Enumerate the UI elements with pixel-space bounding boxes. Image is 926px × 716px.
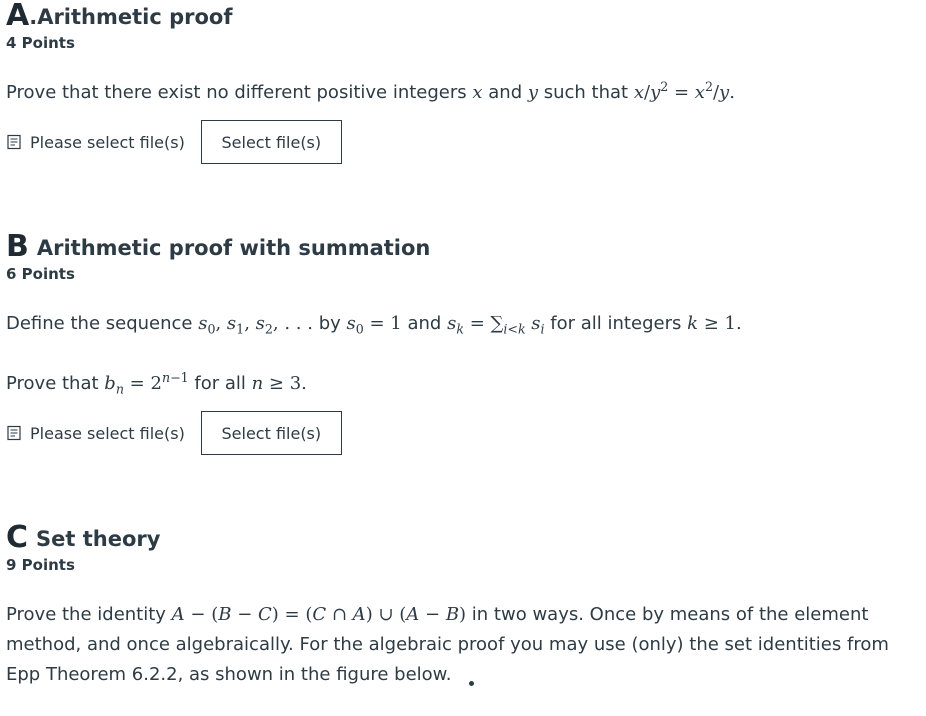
file-document-icon [7,134,21,150]
math-bn: bn = 2n−1 [104,370,189,397]
math-equation: x/y2 = x2/y. [633,79,735,103]
question-b-points: 6 Points [6,265,75,283]
question-a-upload: Please select file(s) Select file(s) [6,120,920,164]
prompt-text: by [312,313,347,334]
math-x: x [472,82,483,103]
question-c-title: Set theory [36,527,161,551]
prompt-text: and [482,82,528,103]
upload-label: Please select file(s) [30,132,185,152]
question-b-upload: Please select file(s) Select file(s) [6,411,920,455]
prompt-text: for all integers [544,313,688,334]
prompt-text: and [401,313,448,334]
question-a: A .Arithmetic proof 4 Points Prove that … [6,0,920,164]
question-b-prompt: Prove that bn = 2n−1 for all n ≥ 3. [6,369,920,399]
question-c: C Set theory 9 Points Prove the identity… [6,520,920,690]
question-c-letter: C [6,520,29,555]
select-files-button[interactable]: Select file(s) [200,411,342,455]
select-files-button[interactable]: Select file(s) [200,120,342,164]
math-n-bound: n ≥ 3. [251,373,307,394]
question-a-prompt: Prove that there exist no different posi… [6,78,920,108]
question-a-points: 4 Points [6,34,75,52]
math-y: y [527,82,539,103]
upload-label: Please select file(s) [30,423,185,443]
math-set-identity: A − (B − C) = (C ∩ A) ∪ (A − B) [171,604,467,625]
math-initial: s0 = 1 [346,313,402,337]
math-sequence: s0, s1, s2, . . . [198,313,313,337]
question-b-definition: Define the sequence s0, s1, s2, . . . by… [6,309,920,339]
question-a-letter: A [6,0,30,33]
question-b-heading: B Arithmetic proof with summation [6,229,920,264]
question-b: B Arithmetic proof with summation 6 Poin… [6,229,920,455]
question-a-heading: A .Arithmetic proof [6,0,920,33]
prompt-text: Prove the identity [6,604,172,625]
question-c-heading: C Set theory [6,520,920,555]
prompt-text: Define the sequence [6,313,199,334]
question-c-prompt: Prove the identity A − (B − C) = (C ∩ A)… [6,600,920,690]
math-recurrence: sk = ∑i<k si [447,313,545,337]
prompt-text: such that [538,82,634,103]
file-document-icon [7,425,21,441]
question-b-title: Arithmetic proof with summation [36,236,431,260]
question-b-letter: B [6,229,29,264]
prompt-text: Prove that there exist no different posi… [6,82,473,103]
question-a-title: .Arithmetic proof [29,5,233,29]
bullet-dot [469,681,475,686]
prompt-text: Prove that [6,373,105,394]
prompt-text: for all [188,373,252,394]
question-c-points: 9 Points [6,556,75,574]
math-k-bound: k ≥ 1. [687,313,742,334]
